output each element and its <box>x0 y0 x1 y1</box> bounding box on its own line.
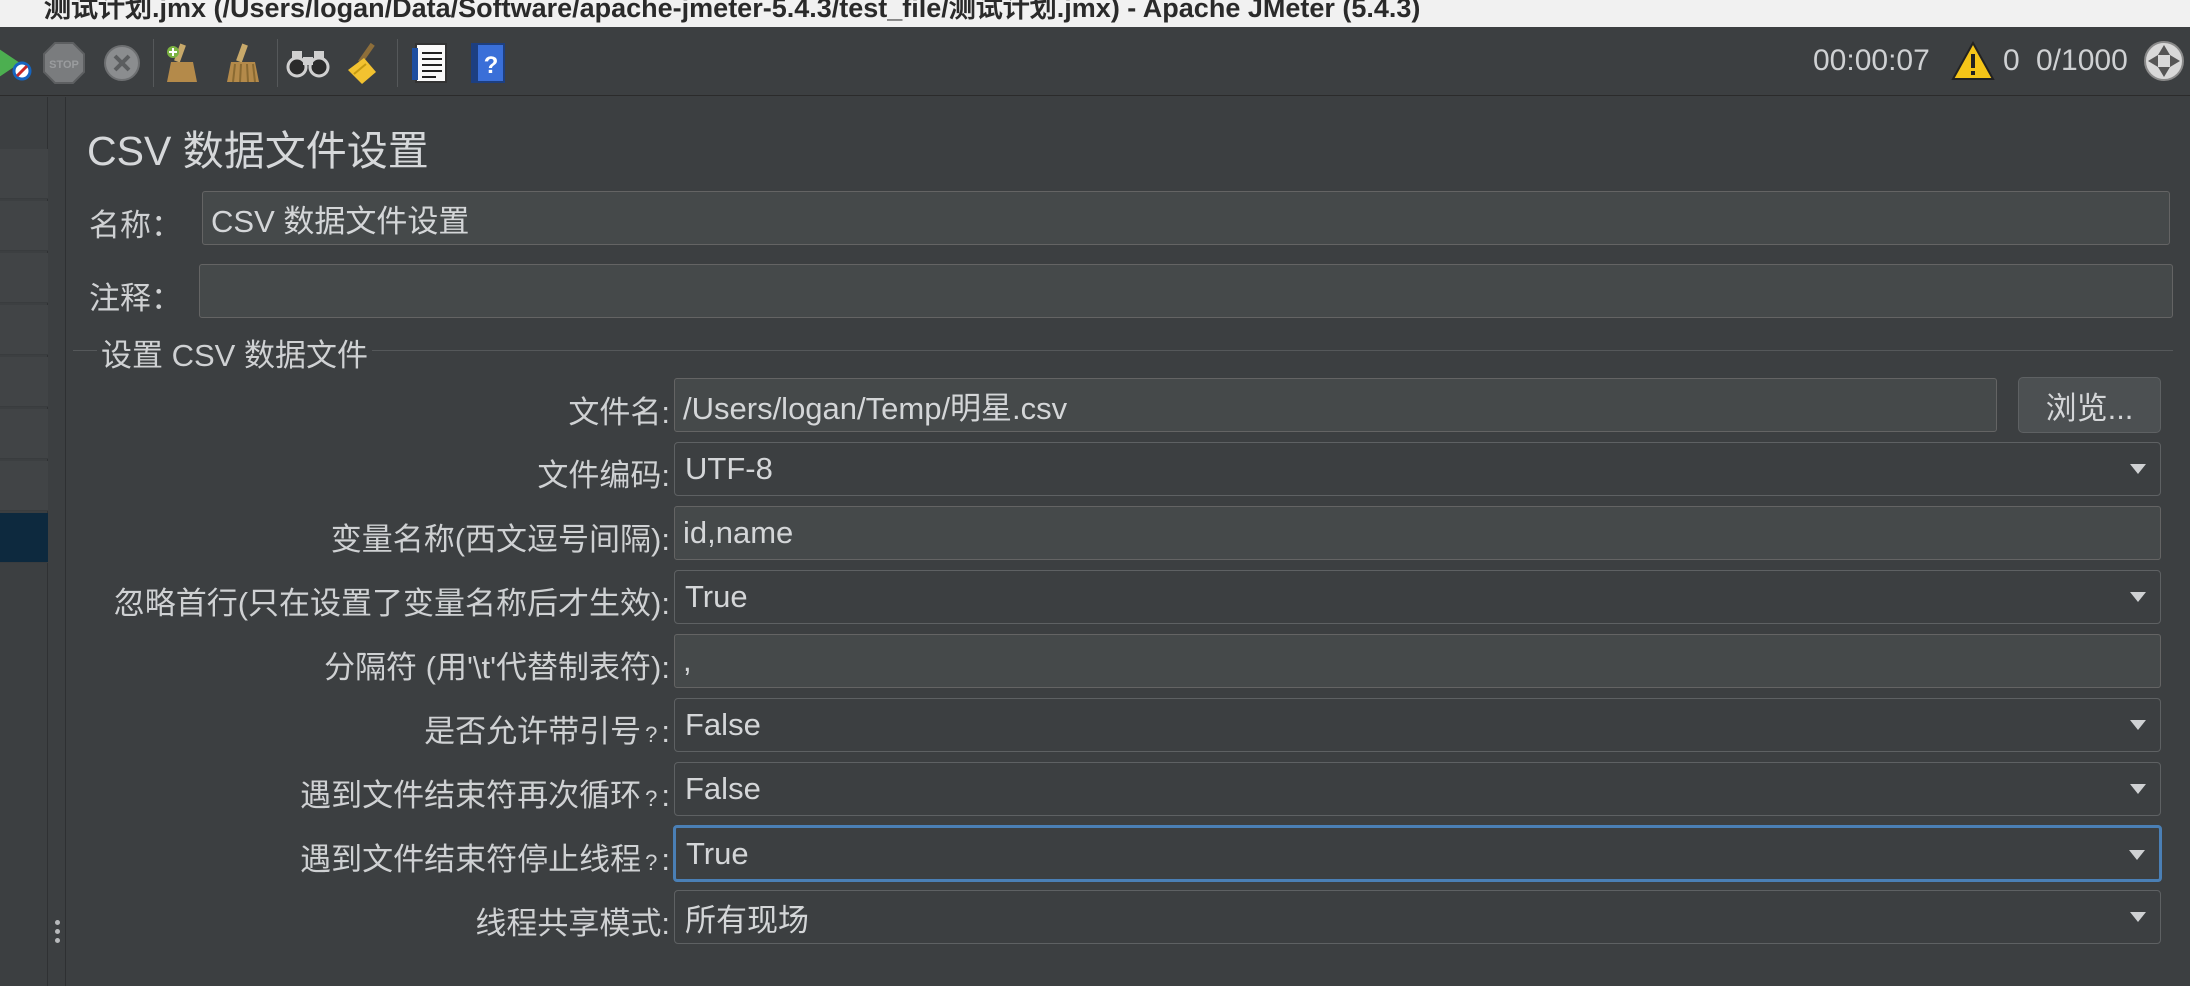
splitter-grip <box>55 938 60 943</box>
group-title: 设置 CSV 数据文件 <box>97 330 372 375</box>
function-helper-icon[interactable] <box>408 41 452 85</box>
csv-data-set-config-panel: CSV 数据文件设置 名称： CSV 数据文件设置 注释： 设置 CSV 数据文… <box>67 97 2190 986</box>
tree-node[interactable] <box>0 409 48 459</box>
encoding-label: 文件编码: <box>537 458 670 493</box>
warning-icon[interactable] <box>1951 39 1995 83</box>
help-question-mark[interactable]: ? <box>645 850 657 875</box>
stop-thread-eof-label: 遇到文件结束符停止线程?: <box>67 834 670 879</box>
allow-quoted-select[interactable]: False <box>674 698 2161 752</box>
stop-icon-label: STOP <box>49 59 79 71</box>
label-colon: : <box>661 714 670 749</box>
encoding-select-value: UTF-8 <box>685 451 773 486</box>
stop-thread-eof-label-text: 遇到文件结束符停止线程 <box>300 842 642 877</box>
help-icon[interactable]: ? <box>466 41 510 85</box>
ignore-first-line-value: True <box>685 579 748 614</box>
stop-thread-eof-select[interactable]: True <box>673 825 2162 882</box>
encoding-select[interactable]: UTF-8 <box>674 442 2161 496</box>
svg-text:?: ? <box>484 52 499 79</box>
group-border <box>73 350 2173 351</box>
recycle-eof-label-text: 遇到文件结束符再次循环 <box>300 778 642 813</box>
allow-quoted-label: 是否允许带引号?: <box>67 706 670 751</box>
tree-node[interactable] <box>0 305 48 355</box>
label-colon: : <box>661 842 670 877</box>
ignore-first-line-label: 忽略首行(只在设置了变量名称后才生效): <box>113 586 670 621</box>
warning-count: 0 <box>2003 44 2020 77</box>
shutdown-icon[interactable] <box>100 41 144 85</box>
tree-node[interactable] <box>0 357 48 407</box>
clear-all-icon[interactable] <box>222 41 266 85</box>
filename-label: 文件名: <box>568 395 670 430</box>
name-field[interactable]: CSV 数据文件设置 <box>202 191 2170 245</box>
ignore-first-line-select[interactable]: True <box>674 570 2161 624</box>
help-question-mark[interactable]: ? <box>645 786 657 811</box>
chevron-down-icon <box>2130 592 2146 602</box>
allow-quoted-label-text: 是否允许带引号 <box>424 714 642 749</box>
recycle-eof-value: False <box>685 771 761 806</box>
chevron-down-icon <box>2130 784 2146 794</box>
sharing-mode-select[interactable]: 所有现场 <box>674 890 2161 944</box>
name-label: 名称： <box>89 208 182 243</box>
active-threads: 0/1000 <box>2036 44 2128 77</box>
varnames-field[interactable]: id,name <box>674 506 2161 560</box>
tree-node[interactable] <box>0 149 48 199</box>
splitter-grip <box>55 920 60 925</box>
elapsed-time: 00:00:07 <box>1813 44 1930 77</box>
label-colon: : <box>661 778 670 813</box>
filename-field[interactable]: /Users/logan/Temp/明星.csv <box>674 378 1997 432</box>
comment-field[interactable] <box>199 264 2173 318</box>
allow-quoted-value: False <box>685 707 761 742</box>
tree-node-selected[interactable] <box>0 513 48 563</box>
window-title: 测试计划.jmx (/Users/logan/Data/Software/apa… <box>44 0 1421 23</box>
chevron-down-icon <box>2130 720 2146 730</box>
search-icon[interactable] <box>286 41 330 85</box>
remote-status-icon[interactable] <box>2142 39 2186 83</box>
split-pane-divider[interactable] <box>48 97 66 986</box>
comment-label: 注释： <box>89 281 182 316</box>
splitter-grip <box>55 929 60 934</box>
recycle-eof-select[interactable]: False <box>674 762 2161 816</box>
test-plan-tree[interactable] <box>0 97 48 986</box>
chevron-down-icon <box>2130 912 2146 922</box>
tree-node[interactable] <box>0 201 48 251</box>
start-no-pauses-icon[interactable] <box>0 41 34 85</box>
tree-node[interactable] <box>0 461 48 511</box>
help-question-mark[interactable]: ? <box>645 722 657 747</box>
toolbar: STOP ? 00:00:07 0 0/1000 <box>0 27 2190 96</box>
stop-thread-eof-value: True <box>686 835 749 871</box>
recycle-eof-label: 遇到文件结束符再次循环?: <box>67 770 670 815</box>
stop-icon[interactable]: STOP <box>42 41 86 85</box>
delimiter-label: 分隔符 (用'\t'代替制表符): <box>324 650 670 685</box>
reset-search-icon[interactable] <box>343 41 387 85</box>
window-title-bar: 测试计划.jmx (/Users/logan/Data/Software/apa… <box>0 0 2190 27</box>
chevron-down-icon <box>2130 464 2146 474</box>
clear-icon[interactable] <box>162 41 206 85</box>
page-title: CSV 数据文件设置 <box>87 128 429 174</box>
varnames-label: 变量名称(西文逗号间隔): <box>330 522 670 557</box>
tree-node[interactable] <box>0 253 48 303</box>
sharing-mode-value: 所有现场 <box>685 902 809 938</box>
delimiter-field[interactable]: , <box>674 634 2161 688</box>
browse-button[interactable]: 浏览... <box>2018 377 2161 433</box>
chevron-down-icon <box>2129 850 2145 860</box>
sharing-mode-label: 线程共享模式: <box>475 906 670 941</box>
